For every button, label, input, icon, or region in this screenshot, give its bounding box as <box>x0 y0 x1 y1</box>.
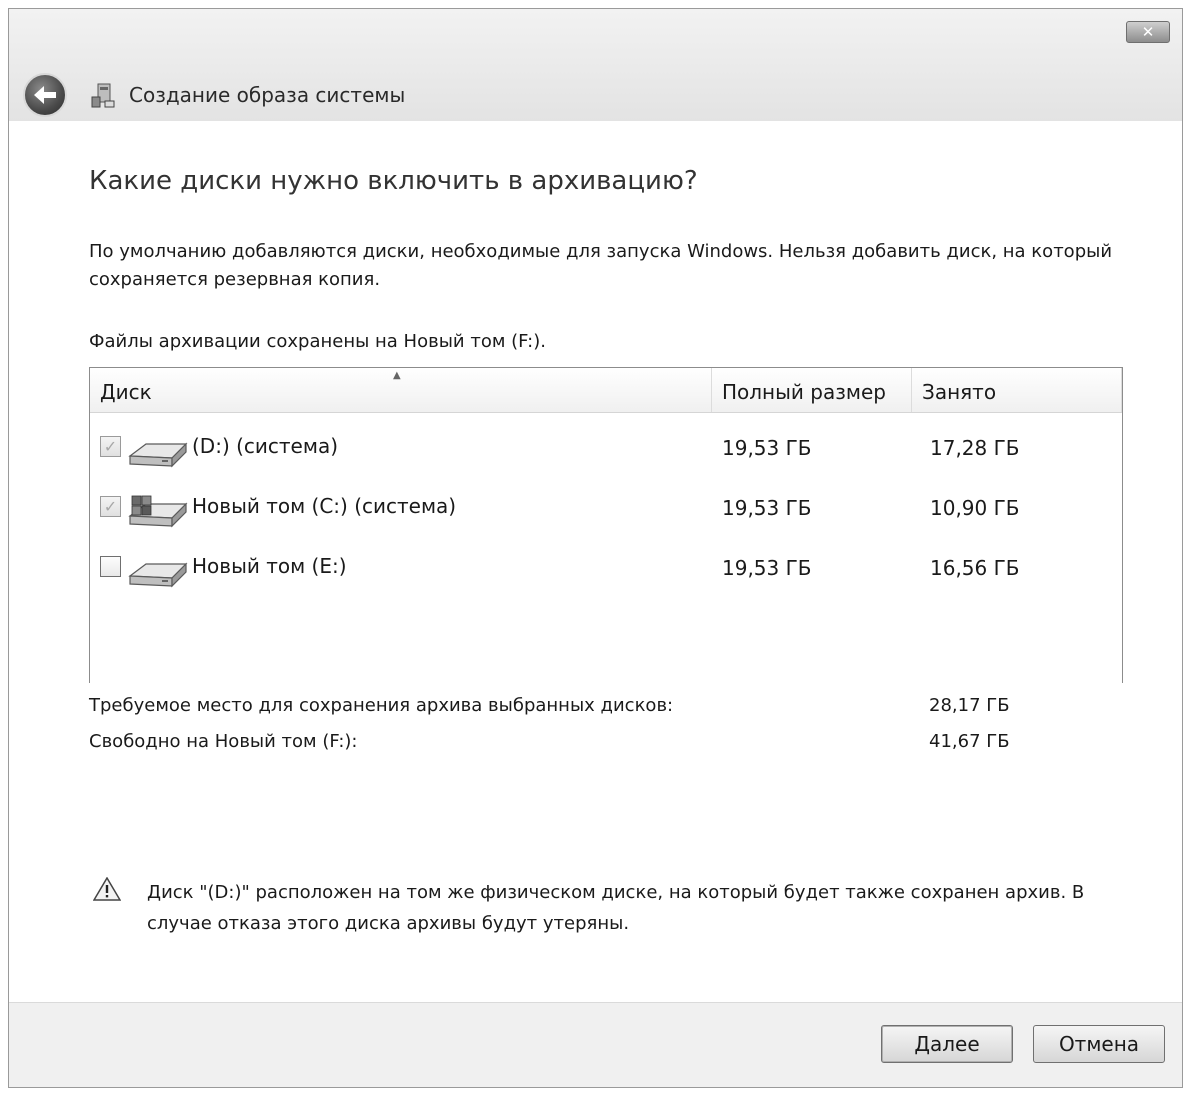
row-total-size: 19,53 ГБ <box>722 556 812 580</box>
row-disk-name: (D:) (система) <box>192 434 338 458</box>
page-description: По умолчанию добавляются диски, необходи… <box>89 241 1113 290</box>
back-button[interactable] <box>23 73 67 117</box>
row-checkbox[interactable]: ✓ <box>100 436 121 457</box>
row-checkbox[interactable] <box>100 556 121 577</box>
checkmark-icon: ✓ <box>103 497 118 516</box>
checkmark-icon: ✓ <box>103 437 118 456</box>
disk-list[interactable]: Диск ▲ Полный размер Занято ✓ (D:) (сист… <box>89 367 1123 683</box>
column-header-total-label: Полный размер <box>722 380 886 404</box>
sort-ascending-icon: ▲ <box>393 370 401 381</box>
drive-icon <box>128 442 188 468</box>
back-arrow-icon <box>34 86 56 104</box>
title-bar: ✕ Создание образа системы <box>9 9 1182 121</box>
table-row[interactable]: ✓ (D:) (система) 19,53 ГБ 17,28 ГБ <box>90 426 1122 480</box>
required-space-value: 28,17 ГБ <box>929 695 1010 716</box>
warning-message: Диск "(D:)" расположен на том же физичес… <box>147 882 1085 934</box>
close-button[interactable]: ✕ <box>1126 21 1170 43</box>
table-row[interactable]: Новый том (E:) 19,53 ГБ 16,56 ГБ <box>90 546 1122 600</box>
required-space-label: Требуемое место для сохранения архива вы… <box>89 695 674 716</box>
table-row[interactable]: ✓ Новый том (C:) (система) 19,53 ГБ 10,9… <box>90 486 1122 540</box>
row-disk-name: Новый том (E:) <box>192 554 347 578</box>
row-used-size: 17,28 ГБ <box>930 436 1020 460</box>
row-used-size: 10,90 ГБ <box>930 496 1020 520</box>
row-total-size: 19,53 ГБ <box>722 436 812 460</box>
warning-icon <box>93 877 121 901</box>
column-header-disk[interactable]: Диск <box>90 368 712 412</box>
cancel-button[interactable]: Отмена <box>1033 1025 1165 1063</box>
row-checkbox[interactable]: ✓ <box>100 496 121 517</box>
row-used-size: 16,56 ГБ <box>930 556 1020 580</box>
wizard-window: ✕ Создание образа системы Какие диски ну… <box>8 8 1183 1088</box>
backup-destination-text: Файлы архивации сохранены на Новый том (… <box>89 331 546 352</box>
row-disk-name: Новый том (C:) (система) <box>192 494 457 518</box>
window-title: Создание образа системы <box>129 83 406 107</box>
column-header-used-label: Занято <box>922 380 997 404</box>
free-space-value: 41,67 ГБ <box>929 731 1010 752</box>
free-space-label: Свободно на Новый том (F:): <box>89 731 358 752</box>
column-header-disk-label: Диск <box>100 380 152 404</box>
disk-list-header: Диск ▲ Полный размер Занято <box>90 368 1122 413</box>
column-header-used[interactable]: Занято <box>912 368 1122 412</box>
row-total-size: 19,53 ГБ <box>722 496 812 520</box>
drive-icon <box>128 562 188 588</box>
page-heading: Какие диски нужно включить в архивацию? <box>89 166 698 196</box>
close-icon: ✕ <box>1141 23 1155 41</box>
windows-drive-icon <box>128 495 188 528</box>
column-header-total[interactable]: Полный размер <box>712 368 912 412</box>
next-button[interactable]: Далее <box>881 1025 1013 1063</box>
wizard-footer: Далее Отмена <box>9 1002 1182 1087</box>
backup-app-icon <box>91 83 115 108</box>
